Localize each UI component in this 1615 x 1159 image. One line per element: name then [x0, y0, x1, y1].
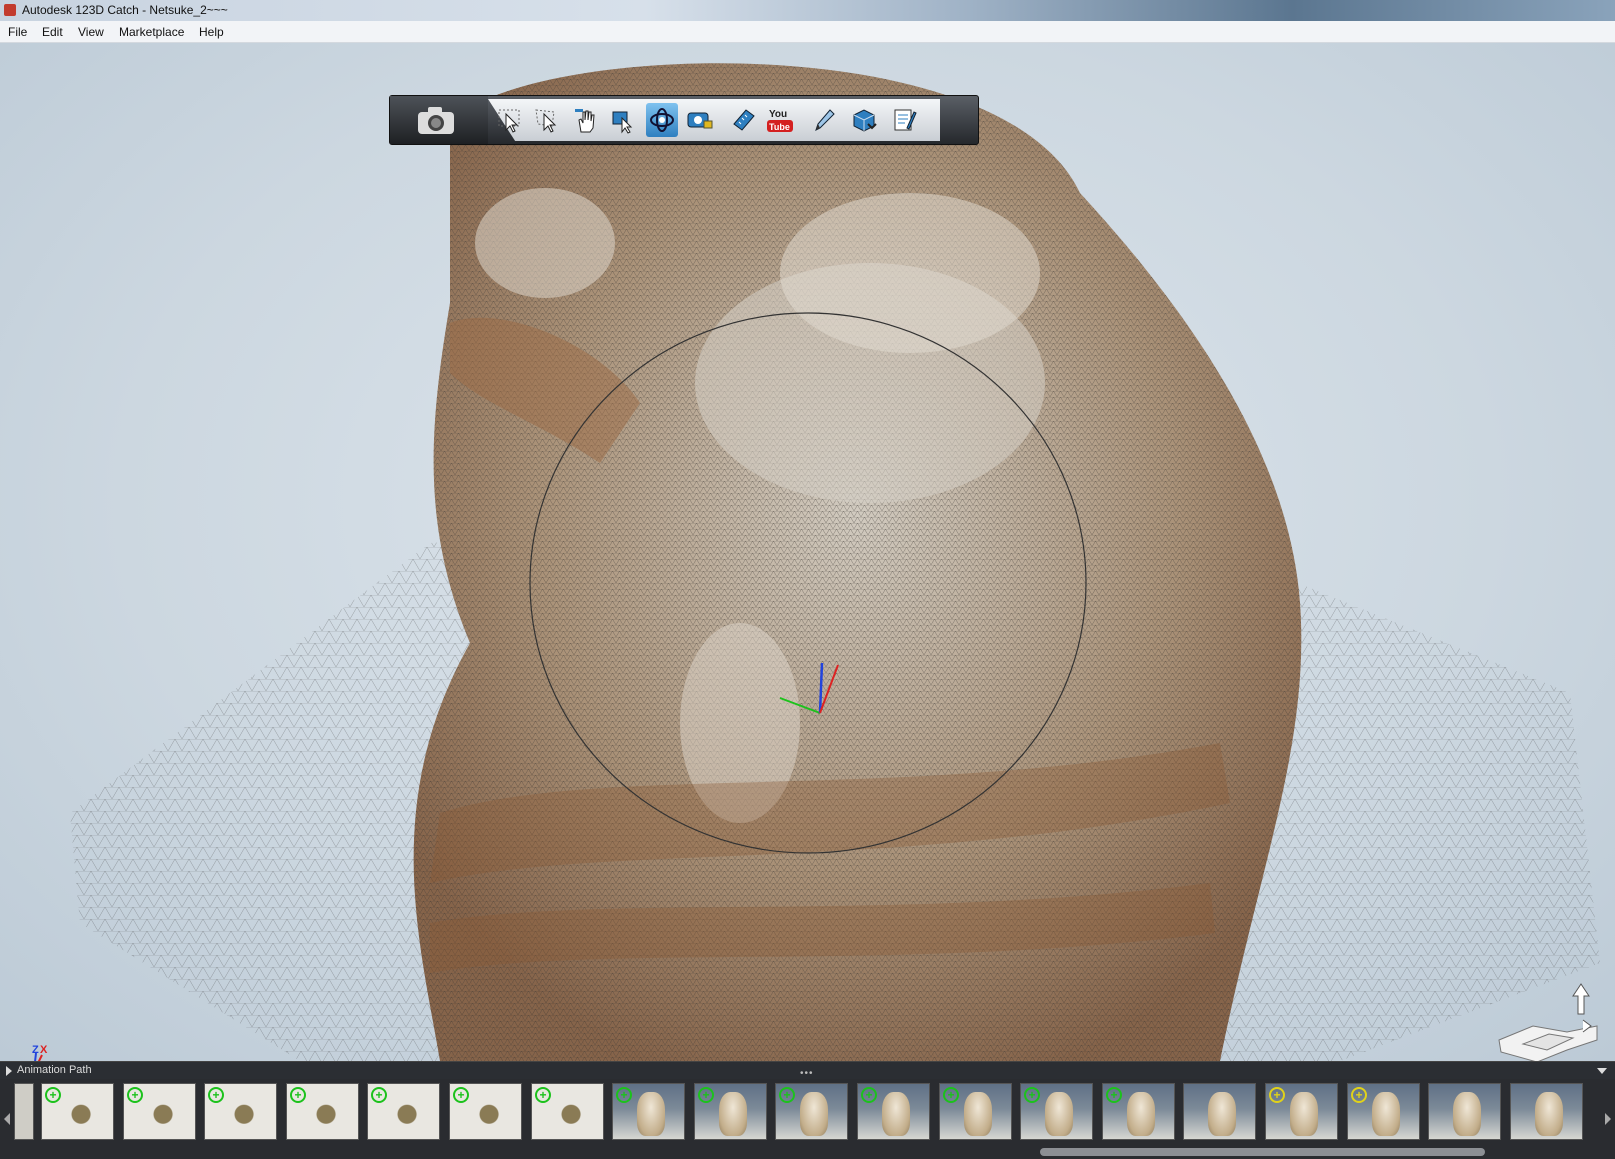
photo-thumbnail-partial[interactable]	[14, 1083, 34, 1140]
menu-help[interactable]: Help	[199, 25, 224, 39]
photo-thumbnail[interactable]: +	[41, 1083, 114, 1140]
mesh-export-button[interactable]	[848, 103, 880, 137]
view-navigator-icon[interactable]	[1493, 978, 1603, 1061]
menu-view[interactable]: View	[78, 25, 104, 39]
photo-thumbnail[interactable]: +	[1020, 1083, 1093, 1140]
zoom-button[interactable]	[608, 103, 640, 137]
svg-text:Tube: Tube	[769, 122, 790, 132]
photo-thumbnail[interactable]: +	[1102, 1083, 1175, 1140]
netsuke-figure	[637, 1092, 665, 1136]
ruler-button[interactable]	[728, 103, 760, 137]
select-arrow-button[interactable]	[494, 103, 526, 137]
photo-thumbnail[interactable]: +	[286, 1083, 359, 1140]
axis-x-label: X	[40, 1044, 48, 1056]
youtube-button[interactable]: You Tube	[764, 103, 796, 137]
stitch-marker-icon: +	[779, 1087, 795, 1103]
panel-grip[interactable]: •••	[800, 1068, 814, 1079]
photo-thumbnail[interactable]: +	[939, 1083, 1012, 1140]
stitch-marker-icon: +	[943, 1087, 959, 1103]
stitch-marker-icon: +	[861, 1087, 877, 1103]
photo-thumbnail[interactable]: +	[449, 1083, 522, 1140]
stitch-marker-icon: +	[127, 1087, 143, 1103]
orbit-icon	[650, 108, 674, 132]
animation-path-label: Animation Path	[17, 1064, 92, 1076]
pan-button[interactable]	[570, 103, 602, 137]
select-arrow-icon	[498, 109, 520, 133]
ruler-icon	[733, 109, 755, 131]
netsuke-figure	[1127, 1092, 1155, 1136]
photo-thumbnail[interactable]: +	[1265, 1083, 1338, 1140]
expand-arrow-icon[interactable]	[6, 1066, 12, 1076]
stitch-marker-icon: +	[453, 1087, 469, 1103]
mesh-model	[70, 63, 1600, 1061]
lasso-select-button[interactable]	[530, 103, 562, 137]
window-title: Autodesk 123D Catch - Netsuke_2~~~	[22, 3, 228, 17]
notes-button[interactable]	[888, 103, 920, 137]
app-icon	[4, 4, 16, 16]
photo-thumbnail[interactable]	[1510, 1083, 1583, 1140]
filmstrip-scrollbar[interactable]	[1040, 1148, 1485, 1156]
photo-thumbnail[interactable]: +	[367, 1083, 440, 1140]
photo-thumbnail[interactable]: +	[775, 1083, 848, 1140]
netsuke-figure	[964, 1092, 992, 1136]
menu-file[interactable]: File	[8, 25, 27, 39]
photo-thumbnail[interactable]	[1183, 1083, 1256, 1140]
photo-thumbnail[interactable]	[1428, 1083, 1501, 1140]
scroll-left-icon[interactable]	[4, 1113, 10, 1125]
pan-hand-icon	[575, 109, 595, 133]
mesh-export-icon	[853, 109, 877, 132]
stitch-marker-icon: +	[371, 1087, 387, 1103]
photo-thumbnail[interactable]: +	[857, 1083, 930, 1140]
stitch-marker-icon: +	[45, 1087, 61, 1103]
netsuke-figure	[1208, 1092, 1236, 1136]
photo-thumbnail[interactable]: +	[694, 1083, 767, 1140]
pen-icon	[815, 109, 835, 131]
svg-text:You: You	[769, 109, 787, 120]
netsuke-figure	[1045, 1092, 1073, 1136]
netsuke-figure	[1290, 1092, 1318, 1136]
photo-thumbnail[interactable]: +	[612, 1083, 685, 1140]
photo-thumbnail[interactable]: +	[531, 1083, 604, 1140]
pen-button[interactable]	[808, 103, 840, 137]
stitch-marker-icon: +	[535, 1087, 551, 1103]
animation-path-header[interactable]: Animation Path •••	[0, 1061, 1615, 1079]
axis-indicator-icon: Z X	[32, 1044, 48, 1061]
title-bar: Autodesk 123D Catch - Netsuke_2~~~	[0, 0, 1615, 21]
3d-viewport[interactable]: You Tube Z X	[0, 43, 1615, 1061]
stitch-marker-icon: +	[1351, 1087, 1367, 1103]
photo-thumbnail[interactable]: +	[1347, 1083, 1420, 1140]
youtube-icon: You Tube	[767, 109, 793, 132]
stitch-marker-icon: +	[290, 1087, 306, 1103]
netsuke-figure	[800, 1092, 828, 1136]
zoom-icon	[612, 111, 633, 134]
lasso-select-icon	[535, 109, 557, 133]
camera-icon	[418, 107, 454, 134]
scroll-right-icon[interactable]	[1605, 1113, 1611, 1125]
photo-thumbnail[interactable]: +	[204, 1083, 277, 1140]
photo-filmstrip: + + + + + + + + + + + + + + + +	[0, 1079, 1615, 1159]
photo-thumbnail[interactable]: +	[123, 1083, 196, 1140]
camera-lock-button[interactable]	[684, 103, 716, 137]
stitch-marker-icon: +	[1269, 1087, 1285, 1103]
netsuke-figure	[1453, 1092, 1481, 1136]
collapse-arrow-icon[interactable]	[1597, 1068, 1607, 1074]
menu-bar: File Edit View Marketplace Help	[0, 21, 1615, 43]
stitch-marker-icon: +	[1106, 1087, 1122, 1103]
stitch-marker-icon: +	[1024, 1087, 1040, 1103]
notes-icon	[894, 109, 917, 131]
stitch-marker-icon: +	[208, 1087, 224, 1103]
camera-lock-icon	[687, 112, 713, 129]
menu-edit[interactable]: Edit	[42, 25, 63, 39]
netsuke-figure	[719, 1092, 747, 1136]
orbit-button[interactable]	[646, 103, 678, 137]
main-toolbar: You Tube	[389, 95, 979, 145]
menu-marketplace[interactable]: Marketplace	[119, 25, 184, 39]
netsuke-figure	[1535, 1092, 1563, 1136]
stitch-marker-icon: +	[698, 1087, 714, 1103]
netsuke-figure	[882, 1092, 910, 1136]
capture-slot[interactable]	[390, 96, 488, 144]
stitch-marker-icon: +	[616, 1087, 632, 1103]
axis-z-label: Z	[32, 1044, 39, 1056]
netsuke-figure	[1372, 1092, 1400, 1136]
